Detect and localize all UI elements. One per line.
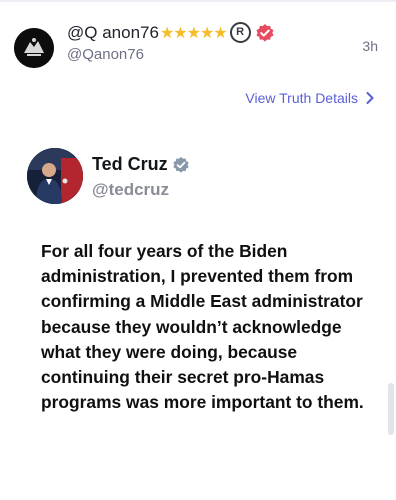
embedded-display-name: Ted Cruz: [92, 154, 168, 174]
user-handle[interactable]: @Qanon76: [67, 46, 144, 63]
view-truth-details-link[interactable]: View Truth Details: [245, 90, 374, 106]
embedded-post-text: For all four years of the Biden administ…: [41, 241, 364, 413]
star-badges: ★★★★★: [159, 24, 228, 42]
chevron-right-icon: [366, 92, 374, 104]
display-name-row[interactable]: @Q anon76 ★★★★★ R: [67, 22, 275, 43]
view-truth-details-label[interactable]: View Truth Details: [245, 90, 358, 106]
verified-icon: [256, 23, 274, 42]
registered-icon: R: [229, 22, 251, 43]
post-header: @Q anon76 ★★★★★ R @Qanon76 3h: [0, 0, 396, 80]
embedded-avatar-image: [27, 148, 83, 204]
timestamp[interactable]: 3h: [362, 38, 378, 54]
avatar[interactable]: [14, 28, 54, 68]
embedded-avatar: [27, 148, 83, 204]
embedded-name-row: Ted Cruz: [92, 154, 190, 175]
scrollbar-thumb[interactable]: [388, 383, 394, 435]
avatar-symbol-icon: [14, 28, 54, 68]
embedded-verified-icon: [173, 156, 189, 173]
display-name[interactable]: @Q anon76: [67, 23, 159, 43]
embedded-handle: @tedcruz: [92, 180, 170, 199]
